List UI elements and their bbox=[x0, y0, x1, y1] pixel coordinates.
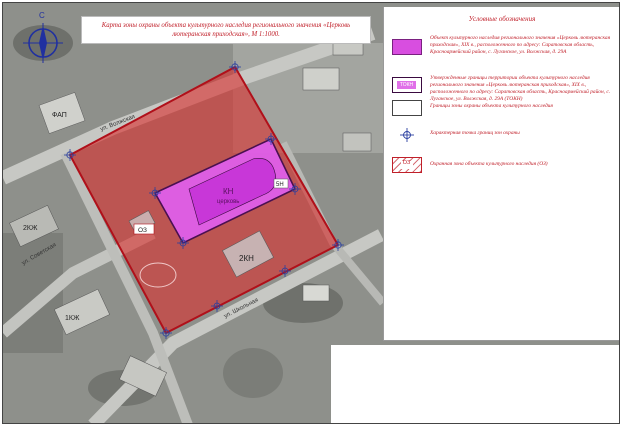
label-oz: ОЗ bbox=[138, 227, 147, 234]
legend-text: Утвержденные границы территории объекта … bbox=[430, 75, 611, 102]
label-kn-top: КН bbox=[223, 187, 234, 196]
tree-cluster bbox=[223, 348, 283, 398]
legend-panel: Условные обозначения Объект культурного … bbox=[383, 7, 619, 341]
territory-swatch-inner: ТОКН bbox=[397, 81, 416, 89]
compass-north-label: С bbox=[39, 11, 45, 20]
label-kzh-2: 1КЖ bbox=[65, 315, 80, 322]
legend-text: Характерная точка границ зон охраны bbox=[430, 130, 520, 136]
building bbox=[302, 67, 340, 91]
hatched-red-swatch: ОЗ bbox=[392, 157, 422, 173]
map-frame: С КН церковь 2КН ОЗ 5Н ФАП 2КЖ 1КЖ ул. В… bbox=[2, 2, 620, 424]
map-title-box: Карта зоны охраны объекта культурного на… bbox=[81, 16, 371, 44]
legend-title: Условные обозначения bbox=[468, 15, 536, 23]
label-church: церковь bbox=[217, 199, 239, 205]
label-kn2: 2КН bbox=[239, 254, 254, 263]
building bbox=[302, 284, 330, 302]
map-title: Карта зоны охраны объекта культурного на… bbox=[101, 22, 351, 38]
legend-text: Границы зоны охраны объекта культурного … bbox=[430, 103, 553, 109]
label-kzh-1: 2КЖ bbox=[23, 225, 38, 232]
building bbox=[342, 132, 372, 152]
white-box-swatch bbox=[392, 100, 422, 116]
legend-text: Охранная зона объекта культурного наслед… bbox=[430, 161, 548, 167]
legend-text: Объект культурного наследия региональног… bbox=[430, 35, 611, 55]
crosshair-icon bbox=[392, 127, 422, 143]
territory-swatch: ТОКН bbox=[392, 77, 422, 93]
blank-area bbox=[331, 345, 619, 423]
magenta-fill-swatch bbox=[392, 39, 422, 55]
label-sh: 5Н bbox=[276, 182, 284, 188]
label-fap: ФАП bbox=[52, 112, 67, 119]
oz-swatch-label: ОЗ bbox=[402, 160, 411, 166]
